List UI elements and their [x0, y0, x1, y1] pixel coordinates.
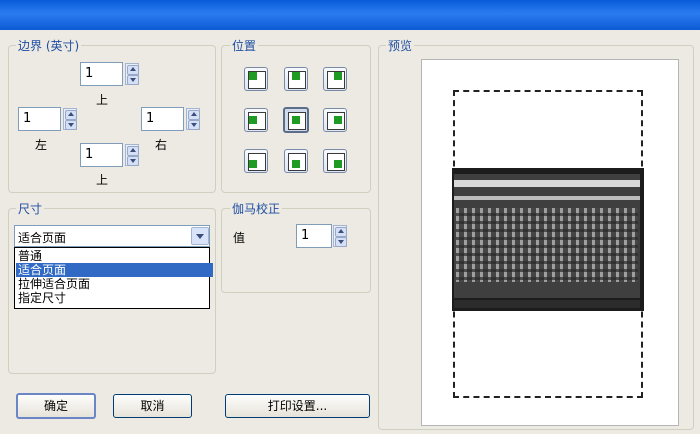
spin-up-icon[interactable]	[127, 146, 139, 156]
spin-up-icon[interactable]	[335, 227, 347, 237]
spin-up-icon[interactable]	[65, 110, 77, 120]
gamma-value-label: 值	[233, 231, 246, 245]
margin-top-spinner[interactable]	[125, 63, 139, 85]
gamma-value-input[interactable]: 1	[296, 224, 332, 248]
position-title: 位置	[230, 39, 259, 53]
position-bottom-left-button[interactable]	[244, 149, 268, 173]
position-center-button[interactable]	[283, 107, 309, 133]
spin-down-icon[interactable]	[65, 120, 77, 130]
position-bottom-right-button[interactable]	[323, 149, 347, 173]
position-top-center-button[interactable]	[284, 67, 308, 91]
margin-right-label: 右	[155, 138, 168, 152]
preview-page	[421, 59, 679, 426]
margin-right-spinner[interactable]	[186, 108, 200, 130]
margin-top-label: 上	[96, 93, 109, 107]
size-option[interactable]: 拉伸适合页面	[16, 277, 213, 291]
ok-button[interactable]: 确定	[16, 393, 96, 419]
spin-down-icon[interactable]	[188, 120, 200, 130]
size-select[interactable]: 适合页面	[14, 225, 210, 247]
margin-left-input[interactable]: 1	[18, 107, 61, 131]
margins-title: 边界 (英寸)	[16, 39, 82, 53]
margin-left-label: 左	[35, 138, 48, 152]
size-option[interactable]: 普通	[16, 249, 213, 263]
title-bar	[0, 0, 700, 30]
spin-up-icon[interactable]	[127, 65, 139, 75]
position-middle-right-button[interactable]	[323, 108, 347, 132]
size-title: 尺寸	[16, 202, 45, 216]
gamma-spinner[interactable]	[333, 225, 347, 247]
size-option-selected[interactable]: 适合页面	[16, 263, 213, 277]
preview-image	[452, 168, 644, 311]
position-middle-left-button[interactable]	[244, 108, 268, 132]
gamma-group	[221, 208, 371, 293]
size-dropdown-list: 普通 适合页面 拉伸适合页面 指定尺寸	[14, 247, 213, 309]
margin-top-input[interactable]: 1	[80, 62, 123, 86]
gamma-title: 伽马校正	[230, 202, 283, 216]
spin-down-icon[interactable]	[127, 156, 139, 166]
margin-bottom-label: 上	[96, 173, 109, 187]
cancel-button[interactable]: 取消	[113, 394, 192, 418]
preview-title: 预览	[386, 39, 415, 53]
print-setup-button[interactable]: 打印设置...	[225, 394, 370, 418]
position-top-left-button[interactable]	[244, 67, 268, 91]
position-bottom-center-button[interactable]	[284, 149, 308, 173]
position-top-right-button[interactable]	[323, 67, 347, 91]
margin-left-spinner[interactable]	[63, 108, 77, 130]
size-select-value: 适合页面	[18, 231, 67, 245]
margin-right-input[interactable]: 1	[141, 107, 184, 131]
spin-down-icon[interactable]	[335, 237, 347, 247]
spin-down-icon[interactable]	[127, 75, 139, 85]
margin-bottom-spinner[interactable]	[125, 144, 139, 166]
spin-up-icon[interactable]	[188, 110, 200, 120]
margin-bottom-input[interactable]: 1	[80, 143, 123, 167]
size-option[interactable]: 指定尺寸	[16, 291, 213, 305]
chevron-down-icon[interactable]	[191, 227, 209, 245]
